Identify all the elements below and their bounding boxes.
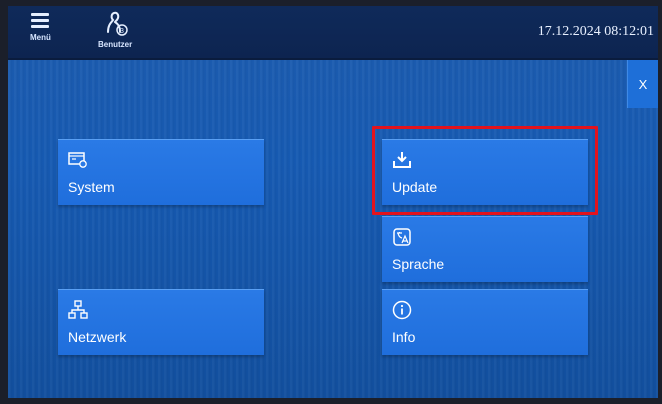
network-icon [68,300,88,319]
netzwerk-label: Netzwerk [68,329,127,345]
menu-button[interactable]: Menü [30,10,51,42]
system-tile[interactable]: System [58,139,264,205]
close-button[interactable]: X [627,60,658,108]
user-icon: 3 [107,11,128,36]
user-label: Benutzer [98,40,133,49]
sprache-tile[interactable]: Sprache [382,216,588,282]
system-icon [68,152,87,168]
screen: Menü 3 Benutzer 17.12.2024 08:12:01 X Sy… [8,6,658,398]
sprache-label: Sprache [392,256,445,272]
datetime-display: 17.12.2024 08:12:01 [537,24,654,39]
info-icon [392,300,412,320]
netzwerk-tile[interactable]: Netzwerk [58,289,264,355]
menu-label: Menü [30,33,51,42]
info-tile[interactable]: Info [382,289,588,355]
info-label: Info [392,329,416,345]
translate-icon [393,228,411,246]
system-label: System [68,179,115,195]
user-badge: 3 [120,28,124,35]
update-highlight-box [372,126,598,215]
user-button[interactable]: 3 Benutzer [98,10,132,49]
top-bar: Menü 3 Benutzer 17.12.2024 08:12:01 [8,6,658,60]
hamburger-icon [31,10,50,31]
